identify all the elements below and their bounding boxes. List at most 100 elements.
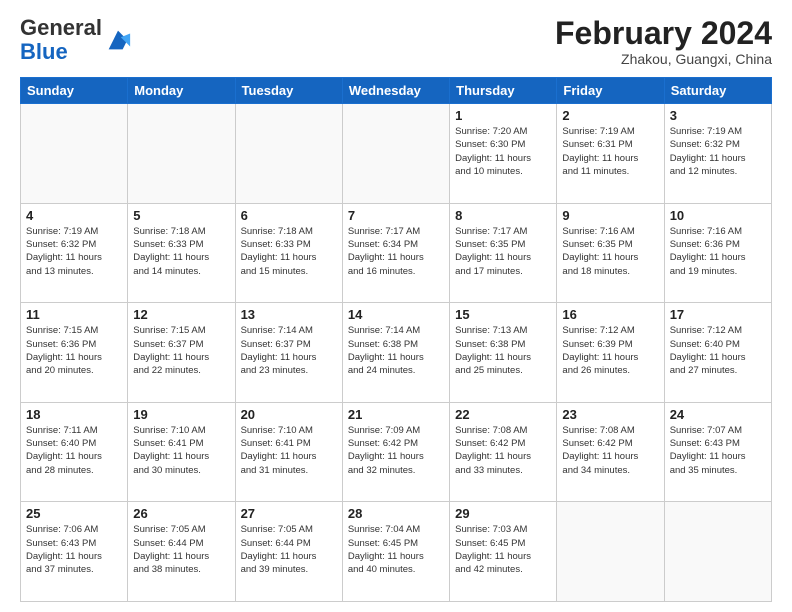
week-row-1: 1 Sunrise: 7:20 AM Sunset: 6:30 PM Daylig… — [21, 104, 772, 204]
calendar-cell — [664, 502, 771, 602]
day-info: Sunrise: 7:08 AM Sunset: 6:42 PM Dayligh… — [455, 424, 551, 477]
day-info: Sunrise: 7:19 AM Sunset: 6:32 PM Dayligh… — [26, 225, 122, 278]
calendar-cell: 11 Sunrise: 7:15 AM Sunset: 6:36 PM Dayli… — [21, 303, 128, 403]
calendar-cell: 12 Sunrise: 7:15 AM Sunset: 6:37 PM Dayli… — [128, 303, 235, 403]
day-number: 13 — [241, 307, 337, 322]
calendar-cell: 16Sunrise: 7:12 AM Sunset: 6:39 PM Dayli… — [557, 303, 664, 403]
day-info: Sunrise: 7:05 AM Sunset: 6:44 PM Dayligh… — [133, 523, 229, 576]
day-number: 8 — [455, 208, 551, 223]
days-of-week-row: SundayMondayTuesdayWednesdayThursdayFrid… — [21, 78, 772, 104]
header: General Blue February 2024 Zhakou, Guang… — [20, 16, 772, 67]
day-number: 23 — [562, 407, 658, 422]
day-info: Sunrise: 7:15 AM Sunset: 6:37 PM Dayligh… — [133, 324, 229, 377]
calendar-cell — [342, 104, 449, 204]
location-subtitle: Zhakou, Guangxi, China — [555, 51, 772, 67]
day-info: Sunrise: 7:09 AM Sunset: 6:42 PM Dayligh… — [348, 424, 444, 477]
day-number: 27 — [241, 506, 337, 521]
day-number: 7 — [348, 208, 444, 223]
week-row-2: 4 Sunrise: 7:19 AM Sunset: 6:32 PM Daylig… — [21, 203, 772, 303]
calendar-cell: 23 Sunrise: 7:08 AM Sunset: 6:42 PM Dayli… — [557, 402, 664, 502]
calendar-cell: 19 Sunrise: 7:10 AM Sunset: 6:41 PM Dayli… — [128, 402, 235, 502]
day-number: 4 — [26, 208, 122, 223]
calendar-cell — [235, 104, 342, 204]
day-info: Sunrise: 7:18 AM Sunset: 6:33 PM Dayligh… — [133, 225, 229, 278]
dow-header-saturday: Saturday — [664, 78, 771, 104]
dow-header-sunday: Sunday — [21, 78, 128, 104]
calendar-cell: 8 Sunrise: 7:17 AM Sunset: 6:35 PM Daylig… — [450, 203, 557, 303]
day-info: Sunrise: 7:14 AM Sunset: 6:37 PM Dayligh… — [241, 324, 337, 377]
calendar-cell: 5 Sunrise: 7:18 AM Sunset: 6:33 PM Daylig… — [128, 203, 235, 303]
title-block: February 2024 Zhakou, Guangxi, China — [555, 16, 772, 67]
calendar-cell: 15 Sunrise: 7:13 AM Sunset: 6:38 PM Dayli… — [450, 303, 557, 403]
calendar-cell: 6 Sunrise: 7:18 AM Sunset: 6:33 PM Daylig… — [235, 203, 342, 303]
day-info: Sunrise: 7:18 AM Sunset: 6:33 PM Dayligh… — [241, 225, 337, 278]
logo-icon — [104, 26, 132, 54]
calendar-cell: 20Sunrise: 7:10 AM Sunset: 6:41 PM Dayli… — [235, 402, 342, 502]
day-number: 17 — [670, 307, 766, 322]
day-number: 9 — [562, 208, 658, 223]
calendar-cell: 1 Sunrise: 7:20 AM Sunset: 6:30 PM Daylig… — [450, 104, 557, 204]
day-info: Sunrise: 7:20 AM Sunset: 6:30 PM Dayligh… — [455, 125, 551, 178]
calendar-cell: 22Sunrise: 7:08 AM Sunset: 6:42 PM Dayli… — [450, 402, 557, 502]
day-info: Sunrise: 7:08 AM Sunset: 6:42 PM Dayligh… — [562, 424, 658, 477]
calendar-table: SundayMondayTuesdayWednesdayThursdayFrid… — [20, 77, 772, 602]
logo-blue-text: Blue — [20, 39, 68, 64]
logo-general-text: General — [20, 15, 102, 40]
day-info: Sunrise: 7:05 AM Sunset: 6:44 PM Dayligh… — [241, 523, 337, 576]
day-info: Sunrise: 7:12 AM Sunset: 6:39 PM Dayligh… — [562, 324, 658, 377]
calendar-cell: 7Sunrise: 7:17 AM Sunset: 6:34 PM Daylig… — [342, 203, 449, 303]
day-info: Sunrise: 7:10 AM Sunset: 6:41 PM Dayligh… — [133, 424, 229, 477]
calendar-body: 1 Sunrise: 7:20 AM Sunset: 6:30 PM Daylig… — [21, 104, 772, 602]
day-number: 25 — [26, 506, 122, 521]
calendar-cell: 9Sunrise: 7:16 AM Sunset: 6:35 PM Daylig… — [557, 203, 664, 303]
calendar-cell — [21, 104, 128, 204]
calendar-cell: 2Sunrise: 7:19 AM Sunset: 6:31 PM Daylig… — [557, 104, 664, 204]
calendar-cell: 3 Sunrise: 7:19 AM Sunset: 6:32 PM Daylig… — [664, 104, 771, 204]
day-info: Sunrise: 7:03 AM Sunset: 6:45 PM Dayligh… — [455, 523, 551, 576]
day-info: Sunrise: 7:13 AM Sunset: 6:38 PM Dayligh… — [455, 324, 551, 377]
calendar-cell: 21 Sunrise: 7:09 AM Sunset: 6:42 PM Dayli… — [342, 402, 449, 502]
day-info: Sunrise: 7:15 AM Sunset: 6:36 PM Dayligh… — [26, 324, 122, 377]
day-info: Sunrise: 7:19 AM Sunset: 6:31 PM Dayligh… — [562, 125, 658, 178]
day-info: Sunrise: 7:07 AM Sunset: 6:43 PM Dayligh… — [670, 424, 766, 477]
page: General Blue February 2024 Zhakou, Guang… — [0, 0, 792, 612]
dow-header-thursday: Thursday — [450, 78, 557, 104]
calendar-cell: 4 Sunrise: 7:19 AM Sunset: 6:32 PM Daylig… — [21, 203, 128, 303]
calendar-cell: 29Sunrise: 7:03 AM Sunset: 6:45 PM Dayli… — [450, 502, 557, 602]
dow-header-friday: Friday — [557, 78, 664, 104]
calendar-cell: 18 Sunrise: 7:11 AM Sunset: 6:40 PM Dayli… — [21, 402, 128, 502]
day-info: Sunrise: 7:12 AM Sunset: 6:40 PM Dayligh… — [670, 324, 766, 377]
day-number: 10 — [670, 208, 766, 223]
day-info: Sunrise: 7:14 AM Sunset: 6:38 PM Dayligh… — [348, 324, 444, 377]
week-row-4: 18 Sunrise: 7:11 AM Sunset: 6:40 PM Dayli… — [21, 402, 772, 502]
day-info: Sunrise: 7:11 AM Sunset: 6:40 PM Dayligh… — [26, 424, 122, 477]
calendar-cell: 24Sunrise: 7:07 AM Sunset: 6:43 PM Dayli… — [664, 402, 771, 502]
day-info: Sunrise: 7:06 AM Sunset: 6:43 PM Dayligh… — [26, 523, 122, 576]
dow-header-wednesday: Wednesday — [342, 78, 449, 104]
day-number: 26 — [133, 506, 229, 521]
day-info: Sunrise: 7:19 AM Sunset: 6:32 PM Dayligh… — [670, 125, 766, 178]
day-number: 12 — [133, 307, 229, 322]
calendar-cell: 14 Sunrise: 7:14 AM Sunset: 6:38 PM Dayli… — [342, 303, 449, 403]
day-info: Sunrise: 7:16 AM Sunset: 6:36 PM Dayligh… — [670, 225, 766, 278]
day-number: 21 — [348, 407, 444, 422]
calendar-cell: 28Sunrise: 7:04 AM Sunset: 6:45 PM Dayli… — [342, 502, 449, 602]
dow-header-tuesday: Tuesday — [235, 78, 342, 104]
calendar-cell: 26 Sunrise: 7:05 AM Sunset: 6:44 PM Dayli… — [128, 502, 235, 602]
calendar-cell: 27 Sunrise: 7:05 AM Sunset: 6:44 PM Dayli… — [235, 502, 342, 602]
calendar-cell: 13 Sunrise: 7:14 AM Sunset: 6:37 PM Dayli… — [235, 303, 342, 403]
day-number: 5 — [133, 208, 229, 223]
day-number: 14 — [348, 307, 444, 322]
calendar-cell: 17 Sunrise: 7:12 AM Sunset: 6:40 PM Dayli… — [664, 303, 771, 403]
day-number: 15 — [455, 307, 551, 322]
day-number: 20 — [241, 407, 337, 422]
day-number: 3 — [670, 108, 766, 123]
calendar-cell — [557, 502, 664, 602]
day-number: 11 — [26, 307, 122, 322]
week-row-3: 11 Sunrise: 7:15 AM Sunset: 6:36 PM Dayli… — [21, 303, 772, 403]
day-number: 19 — [133, 407, 229, 422]
day-number: 6 — [241, 208, 337, 223]
day-number: 1 — [455, 108, 551, 123]
day-info: Sunrise: 7:17 AM Sunset: 6:35 PM Dayligh… — [455, 225, 551, 278]
day-number: 18 — [26, 407, 122, 422]
